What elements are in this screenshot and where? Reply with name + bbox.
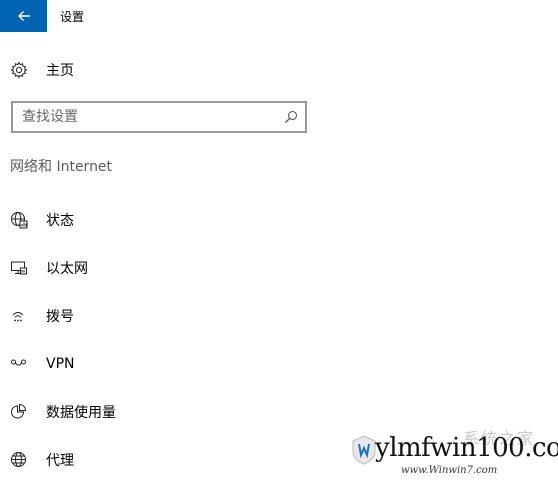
watermark-sub-text: www.Winwin7.com [401, 465, 498, 476]
nav-label-proxy: 代理 [46, 453, 74, 469]
back-button[interactable] [0, 0, 47, 32]
search-box[interactable] [11, 101, 307, 133]
nav-list: 状态 以太网 拨号 VPN 数据使用量 代理 [10, 196, 310, 483]
nav-item-ethernet[interactable]: 以太网 [10, 244, 310, 292]
search-input[interactable] [13, 103, 277, 131]
window-title: 设置 [60, 10, 85, 24]
vpn-icon [10, 354, 34, 374]
nav-label-data-usage: 数据使用量 [46, 405, 116, 421]
ethernet-monitor-icon [10, 258, 34, 278]
nav-item-dialup[interactable]: 拨号 [10, 292, 310, 340]
section-header: 网络和 Internet [10, 159, 113, 175]
nav-item-status[interactable]: 状态 [10, 196, 310, 244]
title-bar: 设置 [0, 0, 558, 32]
search-icon[interactable] [277, 103, 305, 131]
nav-label-status: 状态 [46, 213, 74, 229]
gear-icon [10, 60, 34, 80]
nav-label-ethernet: 以太网 [46, 261, 88, 277]
home-label: 主页 [46, 63, 74, 79]
home-nav-item[interactable]: 主页 [10, 56, 310, 84]
back-arrow-icon [17, 11, 30, 21]
nav-item-data-usage[interactable]: 数据使用量 [10, 388, 310, 436]
dialup-icon [10, 306, 34, 326]
nav-item-proxy[interactable]: 代理 [10, 436, 310, 483]
nav-label-dialup: 拨号 [46, 309, 74, 325]
nav-label-vpn: VPN [46, 356, 75, 372]
pie-chart-icon [10, 402, 34, 422]
watermark-logo-icon [352, 435, 376, 465]
watermark: 系统之家 ylmfwin100.com www.Winwin7.com [345, 425, 558, 480]
nav-item-vpn[interactable]: VPN [10, 340, 310, 388]
globe-status-icon [10, 210, 34, 230]
watermark-main-text: ylmfwin100.com [375, 433, 558, 463]
globe-icon [10, 450, 34, 470]
